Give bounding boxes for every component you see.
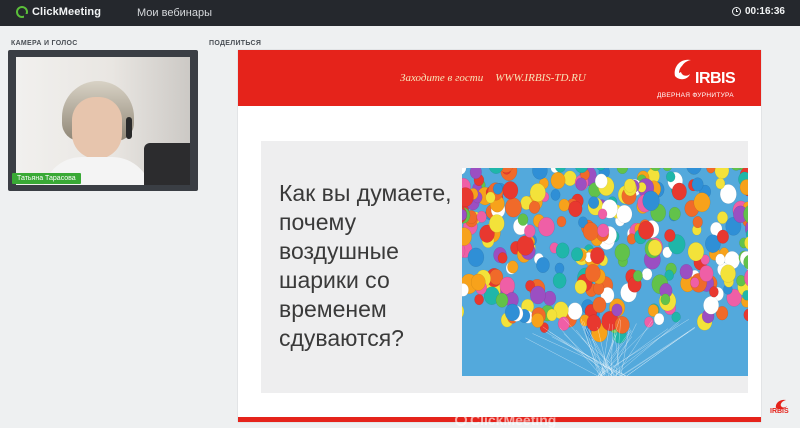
slide-question: Как вы думаете, почему воздушные шарики …: [279, 179, 469, 353]
slide-content: Как вы думаете, почему воздушные шарики …: [261, 141, 748, 393]
presentation-slide: Заходите в гости WWW.IRBIS-TD.RU IRBIS Д…: [238, 50, 761, 422]
slide-invite-text: Заходите в гости: [400, 72, 483, 84]
watermark-text: ClickMeeting: [470, 412, 556, 428]
corner-irbis-logo: IRBIS: [772, 398, 792, 420]
corner-irbis-text: IRBIS: [770, 408, 789, 415]
presenter-video[interactable]: [16, 57, 190, 185]
timer-value: 00:16:36: [745, 6, 785, 17]
slide-header-text: Заходите в гости WWW.IRBIS-TD.RU: [400, 72, 586, 84]
clickmeeting-logo-icon: [16, 6, 28, 18]
clickmeeting-watermark: ClickMeeting: [455, 412, 556, 428]
camera-panel: [8, 50, 198, 191]
camera-section-label: КАМЕРА И ГОЛОС: [11, 40, 78, 47]
balloons-illustration: [462, 168, 748, 376]
presenter-name-tag: Татьяна Тарасова: [12, 173, 81, 184]
slide-header: Заходите в гости WWW.IRBIS-TD.RU IRBIS Д…: [238, 50, 761, 106]
balloons-image: [462, 168, 748, 376]
watermark-icon: [455, 414, 467, 426]
share-area: Заходите в гости WWW.IRBIS-TD.RU IRBIS Д…: [209, 50, 790, 422]
video-chair: [144, 143, 190, 185]
irbis-logo: IRBIS ДВЕРНАЯ ФУРНИТУРА: [657, 54, 753, 102]
share-section-label: ПОДЕЛИТЬСЯ: [209, 40, 261, 47]
irbis-swoosh-icon: [671, 56, 695, 82]
video-face: [72, 97, 122, 159]
irbis-brand-name: IRBIS: [695, 70, 735, 88]
logo-text: ClickMeeting: [32, 6, 101, 18]
irbis-brand-subtitle: ДВЕРНАЯ ФУРНИТУРА: [657, 92, 734, 99]
slide-url-text: WWW.IRBIS-TD.RU: [495, 72, 586, 84]
clock-icon: [732, 7, 741, 16]
session-timer: 00:16:36: [732, 6, 785, 17]
my-webinars-link[interactable]: Мои вебинары: [137, 7, 212, 19]
headset-icon: [126, 117, 132, 139]
clickmeeting-logo[interactable]: ClickMeeting: [16, 6, 101, 18]
top-bar: ClickMeeting Мои вебинары 00:16:36: [0, 0, 800, 26]
